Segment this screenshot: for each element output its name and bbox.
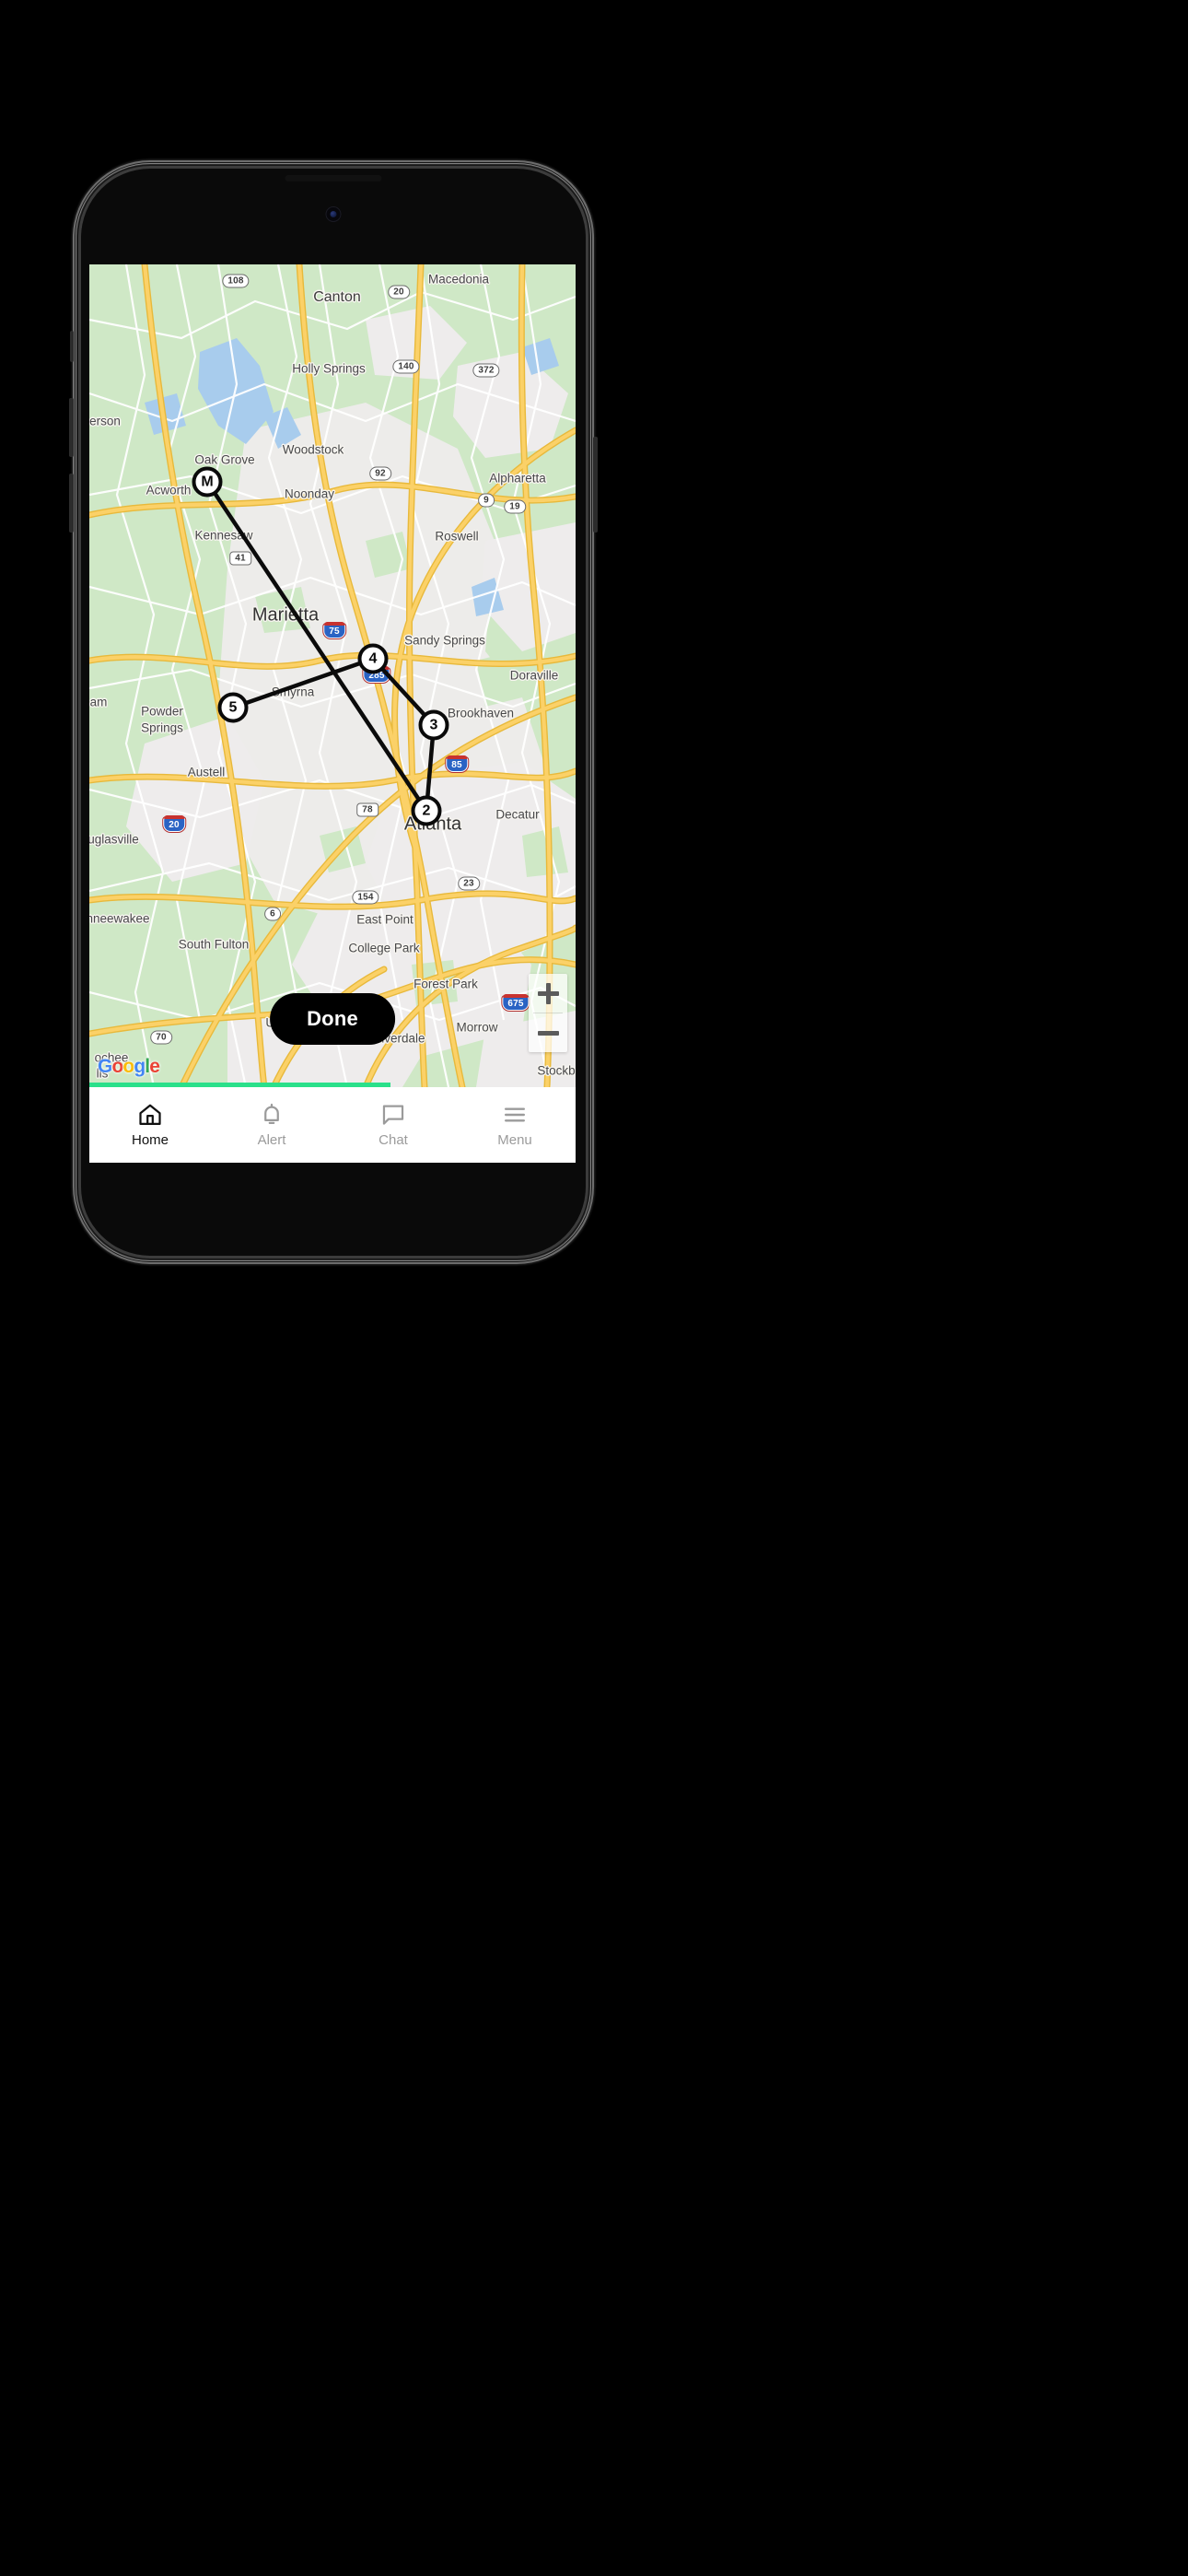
- front-camera-icon: [325, 206, 342, 222]
- route-marker-m[interactable]: M: [192, 466, 223, 498]
- route-marker-4[interactable]: 4: [357, 643, 389, 674]
- map-tiles: [89, 264, 576, 1087]
- map-view[interactable]: Macedonia Canton Holly Springs Woodstock Alp…: [89, 264, 576, 1087]
- highway-shield-interstate: 75: [323, 622, 345, 638]
- menu-icon: [502, 1102, 528, 1128]
- nav-label-home: Home: [131, 1132, 169, 1148]
- highway-shield-state: 6: [264, 907, 281, 921]
- highway-shield-state: 140: [392, 359, 420, 374]
- nav-item-menu[interactable]: Menu: [454, 1087, 576, 1163]
- nav-item-home[interactable]: Home: [89, 1087, 211, 1163]
- progress-strip: [89, 1083, 391, 1087]
- route-marker-5[interactable]: 5: [217, 692, 249, 723]
- nav-label-menu: Menu: [497, 1132, 532, 1148]
- highway-shield-interstate: 675: [502, 994, 530, 1011]
- highway-shield-interstate: 85: [446, 755, 468, 772]
- bottom-navigation-bar[interactable]: Home Alert Chat Menu: [89, 1087, 576, 1163]
- phone-frame: Macedonia Canton Holly Springs Woodstock Alp…: [69, 160, 598, 1264]
- route-marker-3[interactable]: 3: [418, 709, 449, 741]
- screenshot-root: Macedonia Canton Holly Springs Woodstock Alp…: [0, 0, 1188, 2576]
- zoom-out-button[interactable]: [529, 1013, 567, 1052]
- zoom-in-button[interactable]: [529, 974, 567, 1013]
- highway-shield-state: 92: [369, 466, 391, 481]
- highway-shield-state: 9: [478, 493, 495, 508]
- highway-shield-state: 108: [222, 274, 250, 288]
- nav-item-chat[interactable]: Chat: [332, 1087, 454, 1163]
- highway-shield-us: 41: [229, 551, 251, 566]
- bell-icon: [259, 1102, 285, 1128]
- nav-label-chat: Chat: [379, 1132, 408, 1148]
- power-button[interactable]: [593, 437, 598, 533]
- highway-shield-us: 78: [356, 802, 379, 817]
- volume-up-button[interactable]: [69, 398, 74, 457]
- highway-shield-state: 70: [150, 1030, 172, 1045]
- highway-shield-state: 154: [352, 890, 379, 905]
- nav-label-alert: Alert: [257, 1132, 286, 1148]
- highway-shield-state: 20: [388, 285, 410, 299]
- map-zoom-controls[interactable]: [529, 974, 567, 1052]
- home-icon: [137, 1102, 163, 1128]
- chat-icon: [380, 1102, 406, 1128]
- earpiece-speaker: [285, 175, 382, 181]
- phone-screen: Macedonia Canton Holly Springs Woodstock Alp…: [89, 264, 576, 1163]
- highway-shield-state: 19: [504, 499, 526, 514]
- done-button[interactable]: Done: [270, 993, 395, 1045]
- highway-shield-state: 372: [472, 363, 500, 378]
- route-marker-2[interactable]: 2: [411, 795, 442, 826]
- nav-item-alert[interactable]: Alert: [211, 1087, 332, 1163]
- google-logo: Google: [98, 1056, 160, 1077]
- highway-shield-interstate: 20: [163, 815, 185, 832]
- silent-switch[interactable]: [70, 331, 74, 362]
- highway-shield-state: 23: [458, 876, 480, 891]
- volume-down-button[interactable]: [69, 474, 74, 533]
